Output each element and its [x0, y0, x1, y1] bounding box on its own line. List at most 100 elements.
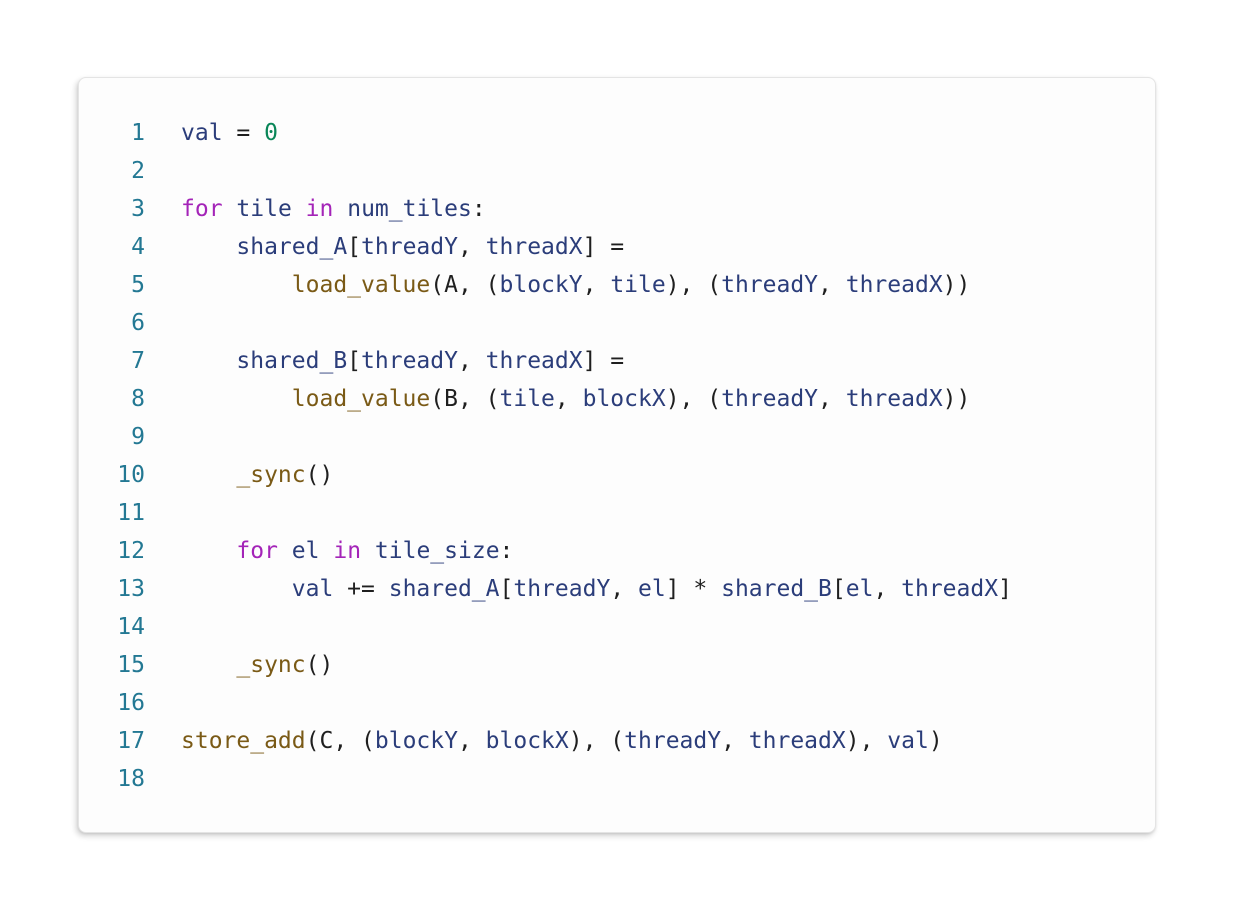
- line-number: 15: [117, 652, 145, 678]
- code-token: el: [638, 576, 666, 602]
- code-token: tile: [236, 196, 292, 222]
- line-number: 8: [131, 386, 145, 412]
- code-token: ,: [818, 386, 846, 412]
- code-token: ), (: [665, 386, 722, 412]
- code-token: ,: [457, 348, 486, 374]
- code-token: shared_B: [721, 576, 832, 602]
- code-token: [: [347, 234, 362, 260]
- code-token: val: [291, 576, 334, 602]
- line-number: 1: [131, 120, 145, 146]
- code-token: threadX: [485, 348, 583, 374]
- code-token: threadX: [485, 234, 583, 260]
- line-number: 2: [131, 158, 145, 184]
- line-code: load_value(A, (blockY, tile), (threadY, …: [145, 266, 971, 304]
- code-token: ,: [610, 576, 638, 602]
- code-token: :: [471, 196, 486, 222]
- code-block: 1 val = 0 2 3 for tile in num_tiles: 4 shared…: [78, 77, 1156, 833]
- code-token: tile: [499, 386, 555, 412]
- code-line: 7 shared_B[threadY, threadX] =: [79, 342, 1155, 380]
- line-number: 9: [131, 424, 145, 450]
- code-token: el: [291, 538, 320, 564]
- code-token: blockX: [582, 386, 666, 412]
- line-code: store_add(C, (blockY, blockX), (threadY,…: [145, 722, 943, 760]
- code-line: 15 _sync(): [79, 646, 1155, 684]
- line-code: _sync(): [145, 456, 333, 494]
- code-token: threadY: [721, 272, 819, 298]
- line-number: 6: [131, 310, 145, 336]
- code-token: ),: [845, 728, 888, 754]
- code-line: 10 _sync(): [79, 456, 1155, 494]
- code-token: (C, (: [305, 728, 375, 754]
- line-number: 11: [117, 500, 145, 526]
- line-code: load_value(B, (tile, blockX), (threadY, …: [145, 380, 971, 418]
- code-token: ]: [998, 576, 1012, 602]
- code-token: 0: [264, 120, 278, 146]
- line-number: 5: [131, 272, 145, 298]
- code-line: 6: [79, 304, 1155, 342]
- line-code: for tile in num_tiles:: [145, 190, 486, 228]
- code-token: threadY: [513, 576, 611, 602]
- line-number: 10: [117, 462, 145, 488]
- code-token: +=: [333, 576, 389, 602]
- code-line: 16: [79, 684, 1155, 722]
- code-token: threadY: [361, 348, 458, 374]
- line-number: 18: [117, 766, 145, 792]
- code-token: threadX: [845, 386, 943, 412]
- line-number: 17: [117, 728, 145, 754]
- code-token: val: [181, 120, 223, 146]
- code-token: store_add: [181, 728, 306, 754]
- code-token: [: [347, 348, 362, 374]
- code-token: ,: [873, 576, 902, 602]
- code-token: ] =: [582, 234, 625, 260]
- code-token: [: [499, 576, 514, 602]
- code-token: ), (: [665, 272, 722, 298]
- code-line: 3 for tile in num_tiles:: [79, 190, 1155, 228]
- code-token: threadY: [624, 728, 722, 754]
- code-line: 1 val = 0: [79, 114, 1155, 152]
- code-token: (B, (: [430, 386, 500, 412]
- code-line: 8 load_value(B, (tile, blockX), (threadY…: [79, 380, 1155, 418]
- code-token: in: [305, 196, 334, 222]
- code-token: ] =: [582, 348, 625, 374]
- code-token: load_value: [291, 386, 431, 412]
- code-line: 18: [79, 760, 1155, 798]
- code-token: =: [222, 120, 265, 146]
- code-token: blockY: [374, 728, 458, 754]
- code-line: 12 for el in tile_size:: [79, 532, 1155, 570]
- code-token: tile: [610, 272, 666, 298]
- line-code: for el in tile_size:: [145, 532, 513, 570]
- code-token: for: [236, 538, 278, 564]
- code-token: :: [499, 538, 514, 564]
- code-token: in: [333, 538, 362, 564]
- code-token: ), (: [568, 728, 625, 754]
- line-number: 12: [117, 538, 145, 564]
- code-token: tile_size: [374, 538, 500, 564]
- line-code: shared_A[threadY, threadX] =: [145, 228, 624, 266]
- code-token: ,: [818, 272, 846, 298]
- code-token: (A, (: [430, 272, 500, 298]
- code-token: ): [928, 728, 943, 754]
- code-line: 14: [79, 608, 1155, 646]
- code-token: shared_A: [388, 576, 500, 602]
- code-token: ,: [721, 728, 749, 754]
- code-token: el: [845, 576, 874, 602]
- code-token: ,: [554, 386, 583, 412]
- code-token: num_tiles: [347, 196, 472, 222]
- line-number: 4: [131, 234, 145, 260]
